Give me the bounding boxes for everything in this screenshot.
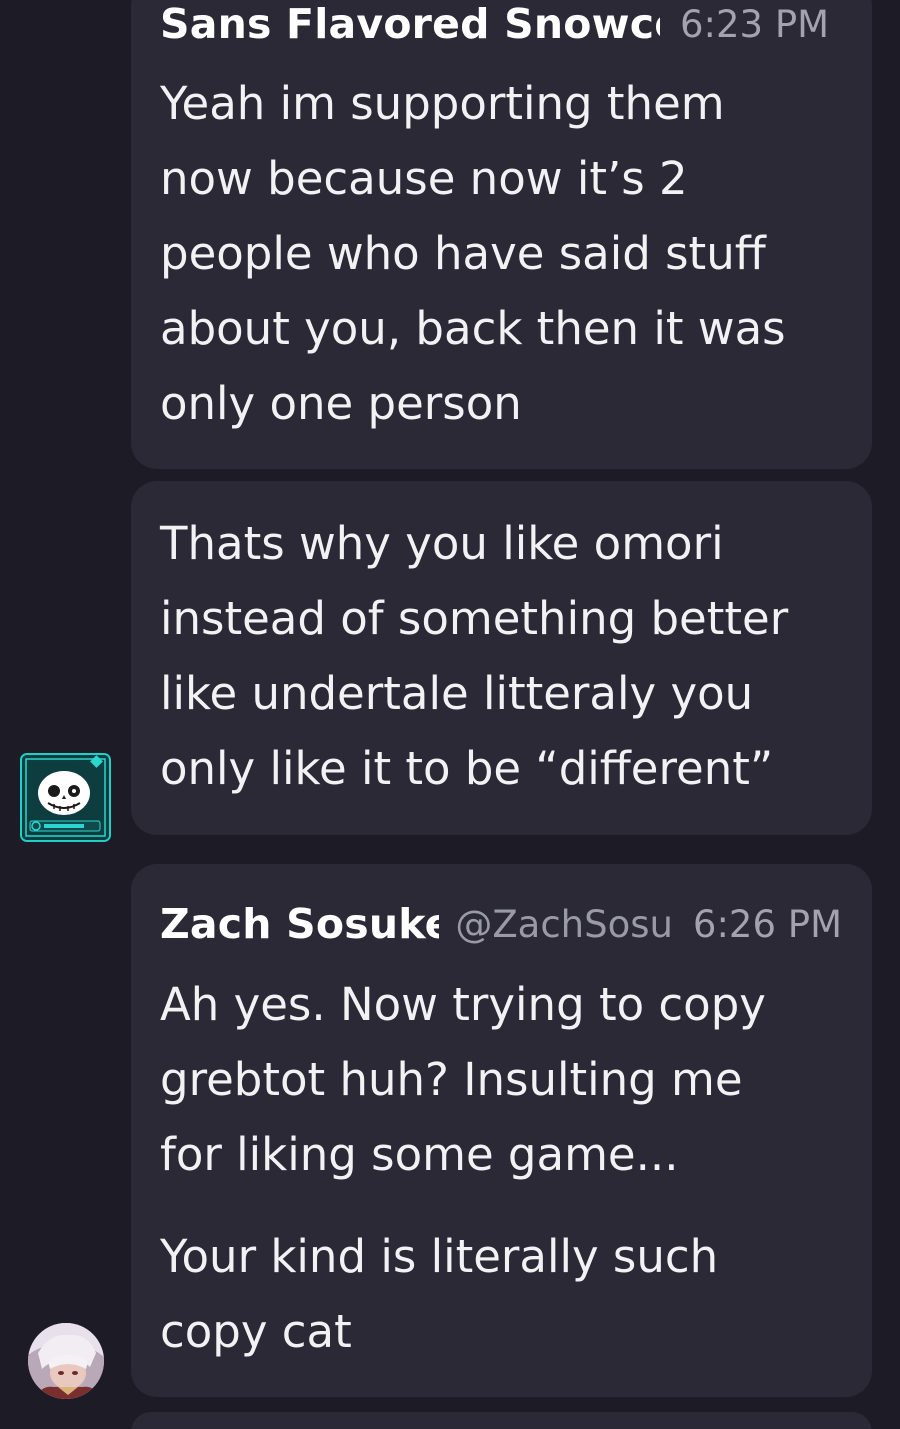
message-bubble[interactable]	[131, 1412, 872, 1429]
message-header: Sans Flavored Snowcor 6:23 PM	[160, 0, 842, 48]
message-line: Yeah im supporting them	[160, 77, 725, 130]
avatar-zach[interactable]	[28, 1323, 104, 1399]
message-line: grebtot huh? Insulting me	[160, 1053, 743, 1106]
message-line: instead of something better	[160, 592, 789, 645]
message-header: Zach Sosuke @ZachSosul 6:26 PM	[160, 900, 842, 948]
message-line: Your kind is literally such	[160, 1230, 719, 1283]
message-line: only like it to be “different”	[160, 742, 774, 795]
message-line: now because now it’s 2	[160, 152, 688, 205]
message-text: Ah yes. Now trying to copy grebtot huh? …	[160, 967, 854, 1369]
avatar-sans[interactable]	[20, 753, 111, 842]
message-line: people who have said stuff	[160, 227, 766, 280]
message-bubble[interactable]: Zach Sosuke @ZachSosul 6:26 PM Ah yes. N…	[131, 864, 872, 1397]
message-line: Ah yes. Now trying to copy	[160, 978, 766, 1031]
message-line: for liking some game...	[160, 1128, 679, 1181]
author-name[interactable]: Zach Sosuke	[160, 900, 439, 948]
message-line: only one person	[160, 377, 522, 430]
author-name[interactable]: Sans Flavored Snowcor	[160, 0, 660, 48]
zach-profile-avatar	[28, 1323, 104, 1399]
message-text: Yeah im supporting them now because now …	[160, 66, 854, 441]
message-bubble[interactable]: Sans Flavored Snowcor 6:23 PM Yeah im su…	[131, 0, 872, 469]
sans-skull-icon	[22, 755, 109, 840]
message-time: 6:23 PM	[680, 2, 830, 46]
message-line: like undertale litteraly you	[160, 667, 754, 720]
message-line: copy cat	[160, 1305, 352, 1358]
message-bubble[interactable]: Thats why you like omori instead of some…	[131, 481, 872, 835]
message-text: Thats why you like omori instead of some…	[160, 506, 854, 806]
author-handle[interactable]: @ZachSosul	[455, 903, 673, 946]
message-time: 6:26 PM	[692, 902, 842, 946]
message-line: about you, back then it was	[160, 302, 786, 355]
message-line: Thats why you like omori	[160, 517, 724, 570]
chat-thread: Sans Flavored Snowcor 6:23 PM Yeah im su…	[0, 0, 900, 1429]
